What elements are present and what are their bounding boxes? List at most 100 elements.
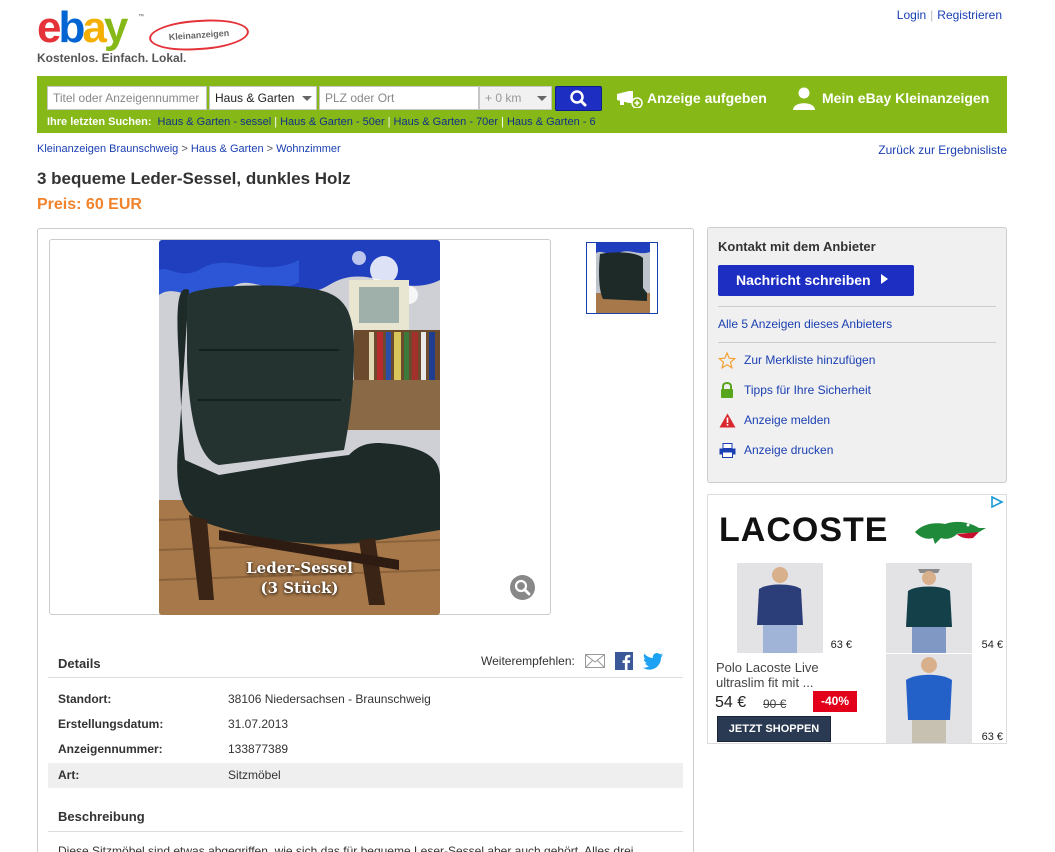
ad-product-text: Polo Lacoste Live ultraslim fit mit ... [716,660,819,690]
top-links: Login | Registrieren [896,8,1002,22]
detail-row: Art: Sitzmöbel [48,763,683,788]
back-to-results-link[interactable]: Zurück zur Ergebnisliste [878,143,1007,157]
detail-row: Anzeigennummer: 133877389 [48,737,683,762]
model-navy-polo [737,563,823,653]
detail-row: Erstellungsdatum: 31.07.2013 [48,712,683,737]
ebay-kleinanzeigen-logo[interactable]: ebay ™ Kleinanzeigen [37,3,250,54]
detail-value: 38106 Niedersachsen - Braunschweig [228,692,431,706]
breadcrumb-link[interactable]: Kleinanzeigen Braunschweig [37,143,178,155]
report-ad-action[interactable]: Anzeige melden [718,412,830,428]
logo-letter-b: b [58,3,85,52]
share-bar: Weiterempfehlen: [481,652,663,670]
recent-search-link[interactable]: Haus & Garten - sessel [158,116,272,128]
contact-panel: Kontakt mit dem Anbieter Nachricht schre… [707,227,1007,483]
listing-photo[interactable]: Leder-Sessel (3 Stück) [159,240,440,615]
my-account-link[interactable]: Mein eBay Kleinanzeigen [792,87,989,110]
user-icon [793,87,815,110]
photo-caption-line: Leder-Sessel [246,559,353,577]
logo-letter-y: y [103,3,129,52]
ad-product-tile[interactable]: 63 € [708,563,857,653]
arrow-right-icon [880,274,888,284]
lock-icon [721,382,733,398]
detail-key: Art: [58,768,80,782]
category-link[interactable]: Sitzmöbel [228,763,281,788]
logo-kleinanzeigen-badge: Kleinanzeigen [148,16,250,54]
ad-product-tile[interactable]: 54 € [858,563,1006,653]
slogan: Kostenlos. Einfach. Lokal. [37,51,187,65]
recent-search-link[interactable]: Haus & Garten - 70er [394,116,499,128]
safety-tips-link[interactable]: Tipps für Ihre Sicherheit [744,383,871,397]
description-heading: Beschreibung [58,809,145,824]
star-icon [718,351,736,369]
register-link[interactable]: Registrieren [937,8,1002,22]
printer-icon [719,442,735,458]
description-text: Diese Sitzmöbel sind etwas abgegriffen, … [58,844,634,852]
thumbnail-image [587,243,657,313]
contact-heading: Kontakt mit dem Anbieter [718,239,876,254]
chevron-down-icon [302,96,312,101]
location-input[interactable]: PLZ oder Ort [319,86,479,110]
ad-discount-badge: -40% [813,691,857,712]
report-ad-link[interactable]: Anzeige melden [744,413,830,427]
listing-price: Preis: 60 EUR [37,196,142,213]
model-blue-polo [886,654,972,743]
radius-select[interactable]: + 0 km [479,86,552,110]
breadcrumb: Kleinanzeigen Braunschweig > Haus & Gart… [37,143,341,155]
photo-caption-line: (3 Stück) [260,579,339,597]
crocodile-icon [915,521,986,544]
share-label: Weiterempfehlen: [481,654,575,668]
watchlist-link[interactable]: Zur Merkliste hinzufügen [744,353,875,367]
logo-letter-e: e [37,3,62,52]
chevron-down-icon [537,96,547,101]
post-ad-label: Anzeige aufgeben [647,90,767,106]
lacoste-advertisement[interactable]: LACOSTE 63 € 54 € 63 € Polo Lacoste Live… [707,494,1007,744]
page-title: 3 bequeme Leder-Sessel, dunkles Holz [37,169,351,188]
model-teal-polo [886,563,972,653]
megaphone-icon [617,91,643,108]
magnifier-icon [514,579,531,596]
detail-key: Erstellungsdatum: [58,717,164,731]
search-bar: Titel oder Anzeigennummer Haus & Garten … [37,76,1007,133]
facebook-icon[interactable] [614,652,633,670]
detail-key: Standort: [58,692,112,706]
details-heading: Details [58,656,101,671]
ad-product-tile[interactable]: 63 € [858,654,1006,743]
post-ad-link[interactable]: Anzeige aufgeben [615,87,767,109]
email-icon[interactable] [584,654,605,668]
breadcrumb-link[interactable]: Wohnzimmer [276,143,341,155]
recent-searches: Ihre letzten Suchen: Haus & Garten - sess… [47,116,596,128]
breadcrumb-link[interactable]: Haus & Garten [191,143,264,155]
detail-row: Standort: 38106 Niedersachsen - Braunsch… [48,687,683,712]
ad-price: 54 € [979,639,1005,651]
category-select[interactable]: Haus & Garten [209,86,317,110]
login-link[interactable]: Login [897,8,926,22]
ad-brand-logo: LACOSTE [719,511,889,549]
watchlist-action[interactable]: Zur Merkliste hinzufügen [718,351,875,369]
image-gallery: Leder-Sessel (3 Stück) [49,239,551,615]
recent-search-link[interactable]: Haus & Garten - 50er [280,116,385,128]
print-ad-action[interactable]: Anzeige drucken [718,442,833,458]
recent-searches-label: Ihre letzten Suchen: [47,116,152,128]
image-thumbnail[interactable] [586,242,658,314]
warning-icon [719,413,735,427]
search-icon [570,90,587,107]
adchoices-icon[interactable] [990,496,1004,508]
ad-price: 63 € [828,639,854,651]
all-seller-ads-link[interactable]: Alle 5 Anzeigen dieses Anbieters [718,317,892,331]
recent-search-link[interactable]: Haus & Garten - 6 [507,116,596,128]
print-ad-link[interactable]: Anzeige drucken [744,443,833,457]
search-button[interactable] [555,86,602,111]
listing-panel: Leder-Sessel (3 Stück) Details Weiteremp… [37,228,694,852]
safety-tips-action[interactable]: Tipps für Ihre Sicherheit [718,382,871,398]
photo-caption: Leder-Sessel (3 Stück) [159,558,440,598]
detail-key: Anzeigennummer: [58,742,163,756]
ad-sale-price: 54 € [715,694,747,711]
write-message-label: Nachricht schreiben [736,272,871,288]
zoom-button[interactable] [510,575,535,600]
ad-shop-now-button[interactable]: JETZT SHOPPEN [717,716,831,742]
write-message-button[interactable]: Nachricht schreiben [718,265,914,296]
twitter-icon[interactable] [642,652,663,670]
logo-letter-a: a [82,3,107,52]
search-input[interactable]: Titel oder Anzeigennummer [47,86,207,110]
detail-value: 133877389 [228,742,289,756]
